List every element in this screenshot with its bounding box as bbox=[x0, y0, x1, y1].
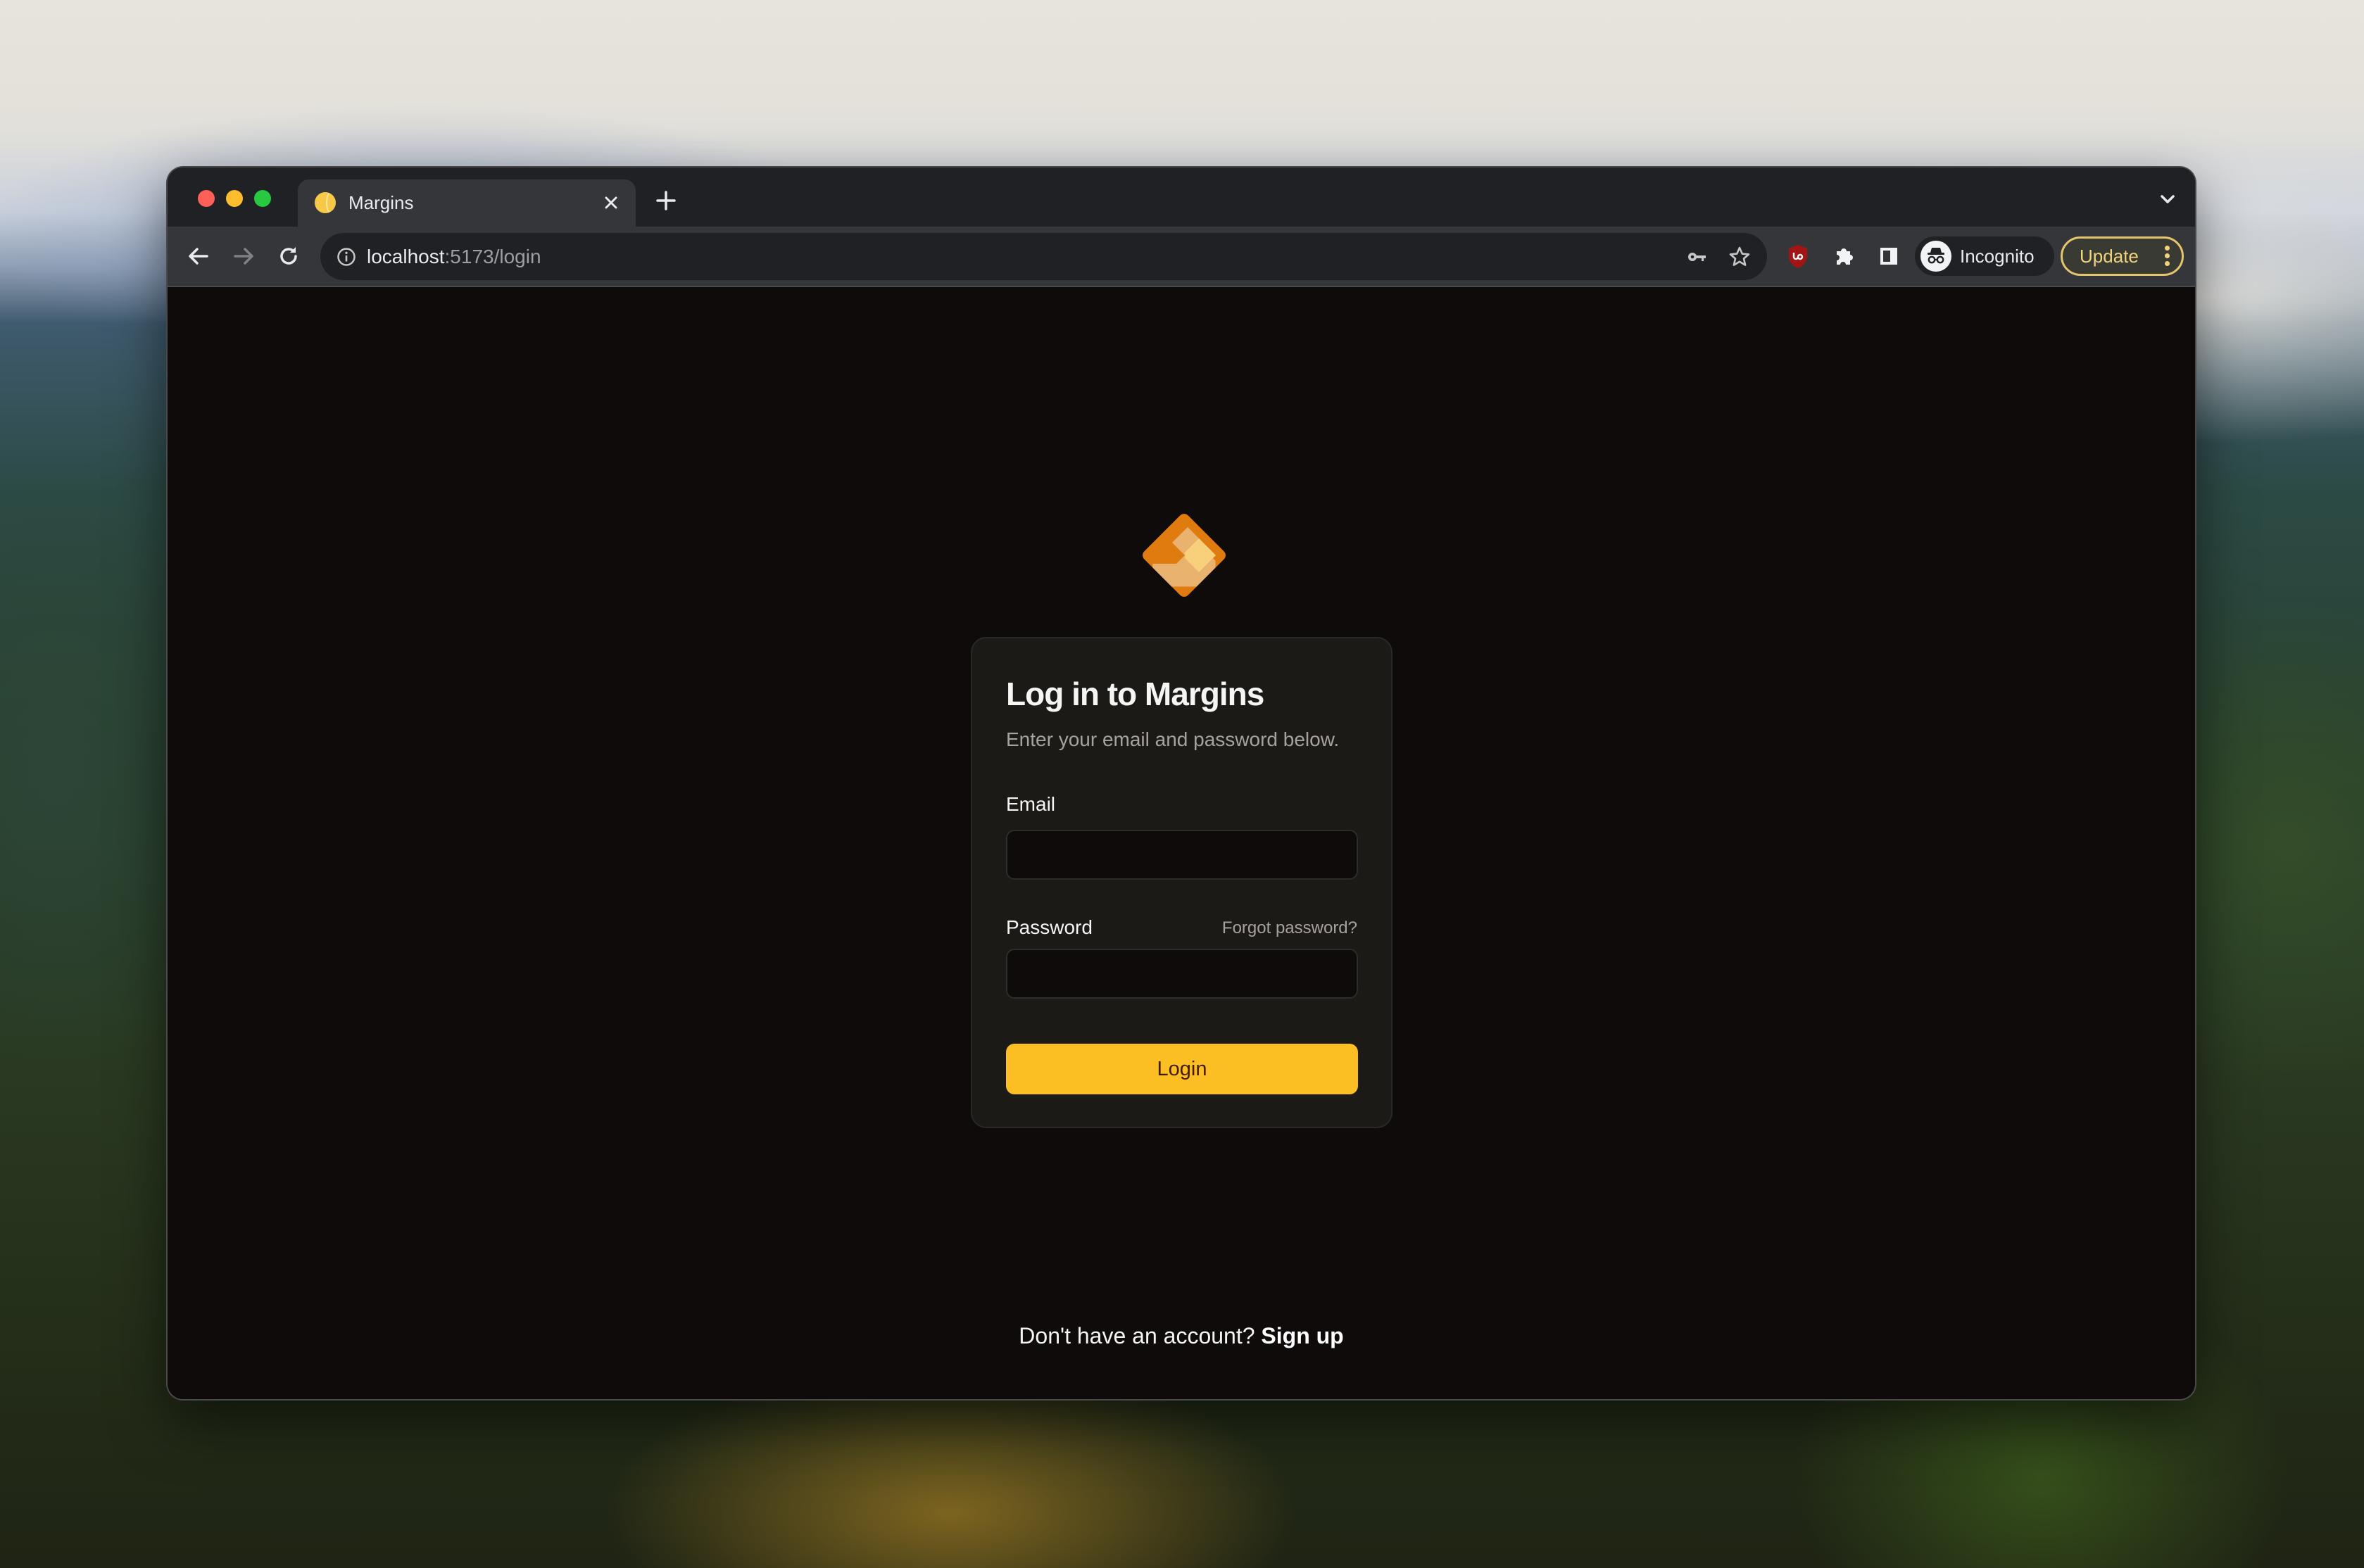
tab-margins[interactable]: Margins bbox=[298, 179, 636, 227]
password-label: Password bbox=[1006, 916, 1093, 938]
tab-title: Margins bbox=[348, 192, 414, 213]
signup-prompt-line: Don't have an account? Sign up bbox=[168, 1323, 2195, 1349]
close-tab-button[interactable] bbox=[599, 191, 623, 215]
incognito-profile-button[interactable]: Incognito bbox=[1915, 236, 2054, 276]
url-host: localhost bbox=[367, 246, 445, 267]
ublock-origin-icon[interactable] bbox=[1785, 243, 1811, 270]
email-label: Email bbox=[1006, 793, 1056, 815]
reload-button[interactable] bbox=[275, 242, 303, 270]
minimize-window-button[interactable] bbox=[226, 190, 243, 207]
close-window-button[interactable] bbox=[198, 190, 215, 207]
page-title: Log in to Margins bbox=[1006, 676, 1264, 712]
plus-icon bbox=[656, 191, 676, 210]
incognito-icon bbox=[1920, 241, 1951, 272]
login-button[interactable]: Login bbox=[1006, 1044, 1358, 1094]
browser-toolbar: localhost:5173/login Incognito Update bbox=[168, 227, 2195, 287]
forgot-password-link[interactable]: Forgot password? bbox=[1222, 918, 1357, 938]
forward-button[interactable] bbox=[230, 242, 258, 270]
chevron-down-icon bbox=[2161, 195, 2175, 203]
url-path: :5173/login bbox=[444, 246, 541, 267]
page-subtitle: Enter your email and password below. bbox=[1006, 728, 1340, 750]
maximize-window-button[interactable] bbox=[254, 190, 271, 207]
side-panel-icon[interactable] bbox=[1875, 243, 1902, 270]
arrow-right-icon bbox=[234, 248, 253, 265]
signup-prompt: Don't have an account? bbox=[1019, 1323, 1262, 1348]
signup-link[interactable]: Sign up bbox=[1261, 1323, 1343, 1348]
close-icon bbox=[605, 196, 617, 209]
browser-window: Margins localhost:5173/login Incognito U… bbox=[168, 167, 2195, 1399]
reload-icon bbox=[280, 247, 297, 265]
title-bar: Margins bbox=[168, 167, 2195, 227]
login-page: Log in to Margins Enter your email and p… bbox=[168, 289, 2195, 1399]
password-field[interactable] bbox=[1006, 949, 1358, 999]
key-icon[interactable] bbox=[1686, 246, 1707, 267]
arrow-left-icon bbox=[189, 248, 208, 265]
update-button[interactable]: Update bbox=[2061, 236, 2184, 276]
info-icon[interactable] bbox=[336, 246, 357, 267]
email-field[interactable] bbox=[1006, 830, 1358, 880]
back-button[interactable] bbox=[184, 242, 213, 270]
star-icon[interactable] bbox=[1728, 245, 1752, 269]
kebab-menu-icon[interactable] bbox=[2163, 246, 2170, 268]
margins-favicon-icon bbox=[315, 192, 336, 213]
tab-search-button[interactable] bbox=[2156, 187, 2180, 211]
update-label: Update bbox=[2080, 246, 2139, 267]
new-tab-button[interactable] bbox=[652, 186, 680, 215]
url-text[interactable]: localhost:5173/login bbox=[367, 233, 541, 280]
puzzle-icon[interactable] bbox=[1831, 243, 1858, 270]
margins-logo-icon bbox=[1143, 514, 1226, 598]
incognito-label: Incognito bbox=[1960, 246, 2035, 267]
login-card: Log in to Margins Enter your email and p… bbox=[971, 637, 1392, 1128]
address-bar[interactable]: localhost:5173/login bbox=[320, 233, 1767, 280]
